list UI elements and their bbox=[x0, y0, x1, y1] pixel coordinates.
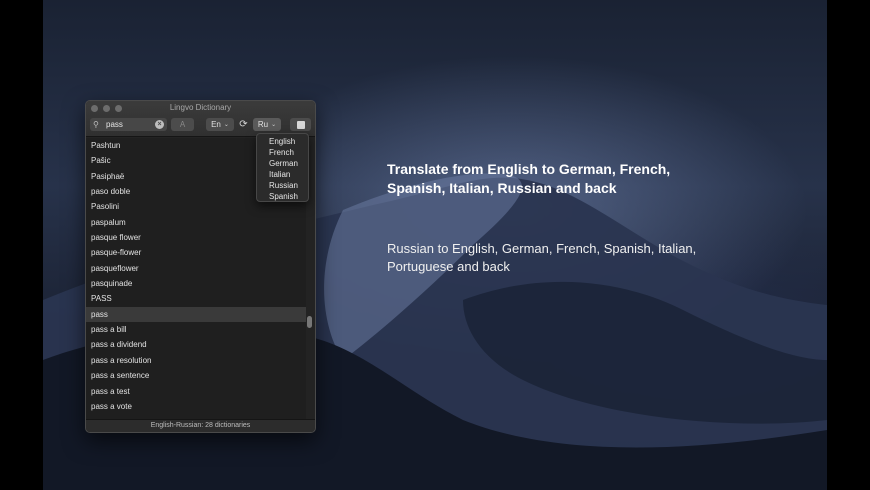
list-item[interactable]: pass a resolution bbox=[86, 353, 306, 368]
menu-item-language[interactable]: French bbox=[257, 147, 308, 158]
window-title: Lingvo Dictionary bbox=[169, 103, 232, 112]
status-bar: English-Russian: 28 dictionaries bbox=[86, 419, 315, 432]
menu-item-language[interactable]: Spanish bbox=[257, 191, 308, 202]
list-item[interactable]: pasquinade bbox=[86, 276, 306, 291]
chevron-down-icon: ⌄ bbox=[223, 122, 229, 128]
list-item[interactable]: pass a vote bbox=[86, 399, 306, 414]
list-item[interactable]: paspalum bbox=[86, 215, 306, 230]
menu-item-language[interactable]: German bbox=[257, 158, 308, 169]
target-language-select[interactable]: Ru ⌄ bbox=[253, 118, 281, 131]
chevron-down-icon: ⌄ bbox=[271, 122, 277, 128]
list-item[interactable]: PASS bbox=[86, 291, 306, 306]
source-language-select[interactable]: En ⌄ bbox=[206, 118, 234, 131]
screenshot-stage: Lingvo Dictionary ⚲ pass × A En ⌄ ⟳ Ru ⌄… bbox=[0, 0, 870, 490]
list-item[interactable]: pass bbox=[86, 306, 306, 323]
promo-headline: Translate from English to German, French… bbox=[387, 161, 671, 196]
menu-item-language[interactable]: English bbox=[257, 136, 308, 147]
list-item[interactable]: pass a dividend bbox=[86, 337, 306, 352]
titlebar: Lingvo Dictionary ⚲ pass × A En ⌄ ⟳ Ru ⌄ bbox=[86, 101, 315, 137]
list-item[interactable]: pasque flower bbox=[86, 230, 306, 245]
dictionaries-button[interactable] bbox=[290, 118, 311, 131]
list-item[interactable]: pasqueflower bbox=[86, 261, 306, 276]
promo-subline: Russian to English, German, French, Span… bbox=[387, 241, 697, 274]
swap-languages-icon[interactable]: ⟳ bbox=[237, 118, 250, 131]
list-item[interactable]: pasque-flower bbox=[86, 245, 306, 260]
search-input[interactable]: pass bbox=[106, 120, 155, 129]
book-icon bbox=[296, 120, 305, 129]
list-item[interactable]: pass a bill bbox=[86, 322, 306, 337]
target-language-label: Ru bbox=[257, 120, 269, 129]
source-language-label: En bbox=[211, 120, 221, 129]
list-item[interactable]: pass a sentence bbox=[86, 368, 306, 383]
menu-item-language[interactable]: Russian bbox=[257, 180, 308, 191]
clear-icon[interactable]: × bbox=[155, 120, 164, 129]
list-item[interactable]: pass a test bbox=[86, 384, 306, 399]
magnifier-icon: ⚲ bbox=[93, 120, 99, 129]
scrollbar-thumb[interactable] bbox=[307, 316, 312, 328]
language-dropdown-menu: English French German Italian Russian Spanish bbox=[256, 133, 309, 202]
menu-item-language[interactable]: Italian bbox=[257, 169, 308, 180]
search-field[interactable]: ⚲ pass × bbox=[90, 118, 167, 131]
font-button[interactable]: A bbox=[171, 118, 194, 131]
